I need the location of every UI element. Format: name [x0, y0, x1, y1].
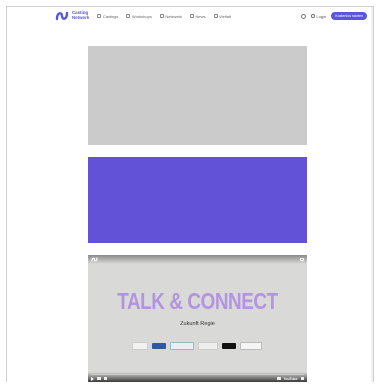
video-control-right: YouTube	[277, 377, 304, 381]
castings-icon	[97, 14, 102, 18]
video-player[interactable]: TALK & CONNECT Zukunft Regie YouTube	[88, 255, 307, 382]
main-nav: Castings Workshops Netzwerk News Vielfal…	[97, 14, 231, 19]
page-scrollbar[interactable]	[371, 7, 373, 382]
video-control-row: YouTube	[91, 376, 304, 381]
casting-network-logo-icon	[55, 11, 69, 21]
login-link[interactable]: Login	[311, 14, 326, 19]
user-icon	[311, 14, 315, 18]
video-subtitle: Zukunft Regie	[180, 321, 215, 327]
play-icon[interactable]	[91, 376, 94, 381]
video-controls: YouTube	[88, 372, 307, 382]
nav-item-vielfalt[interactable]: Vielfalt	[213, 13, 231, 19]
nav-item-workshops[interactable]: Workshops	[126, 13, 152, 19]
top-navbar: Casting Network Castings Workshops Netzw…	[7, 7, 373, 25]
banner-placeholder	[88, 157, 307, 243]
signup-button[interactable]: Kostenlos starten	[331, 12, 367, 20]
nav-item-label: Castings	[102, 13, 119, 19]
partner-logos	[132, 342, 262, 350]
video-top-bar	[88, 255, 307, 264]
workshops-icon	[126, 14, 131, 18]
nav-item-label: Workshops	[131, 13, 152, 19]
login-label: Login	[316, 13, 327, 19]
image-placeholder	[88, 46, 307, 145]
nav-item-netzwerk[interactable]: Netzwerk	[159, 13, 182, 19]
nav-actions: Login Kostenlos starten	[301, 12, 367, 20]
nav-item-label: News	[195, 13, 206, 19]
partner-logo-light-icon	[198, 342, 218, 350]
brand-wordmark: Casting Network	[72, 11, 89, 20]
nav-item-castings[interactable]: Castings	[97, 14, 118, 19]
channel-logo-icon	[91, 257, 98, 262]
next-icon[interactable]	[97, 377, 101, 380]
partner-logo-dark-icon	[222, 343, 236, 349]
partner-logo-grey-icon	[240, 342, 262, 350]
fullscreen-icon[interactable]	[300, 377, 304, 380]
video-progress-bar[interactable]	[91, 374, 304, 375]
settings-icon[interactable]	[277, 377, 281, 380]
partner-logo-blue-icon	[152, 343, 166, 349]
brand-line-2: Network	[72, 15, 90, 20]
partner-logo-outline-icon	[170, 342, 194, 350]
volume-icon[interactable]	[103, 377, 107, 380]
brand-logo[interactable]: Casting Network	[55, 11, 89, 21]
diversity-icon	[213, 14, 218, 18]
nav-item-label: Vielfalt	[219, 13, 231, 19]
partner-logo-red-icon	[132, 342, 148, 350]
video-headline: TALK & CONNECT	[117, 288, 278, 314]
news-icon	[190, 14, 194, 18]
search-icon[interactable]	[301, 13, 307, 19]
youtube-logo[interactable]: YouTube	[284, 377, 298, 381]
share-icon[interactable]	[300, 258, 304, 261]
nav-item-label: Netzwerk	[165, 13, 182, 19]
page-frame: Casting Network Castings Workshops Netzw…	[6, 6, 374, 382]
nav-item-news[interactable]: News	[190, 14, 206, 19]
network-icon	[159, 14, 164, 18]
